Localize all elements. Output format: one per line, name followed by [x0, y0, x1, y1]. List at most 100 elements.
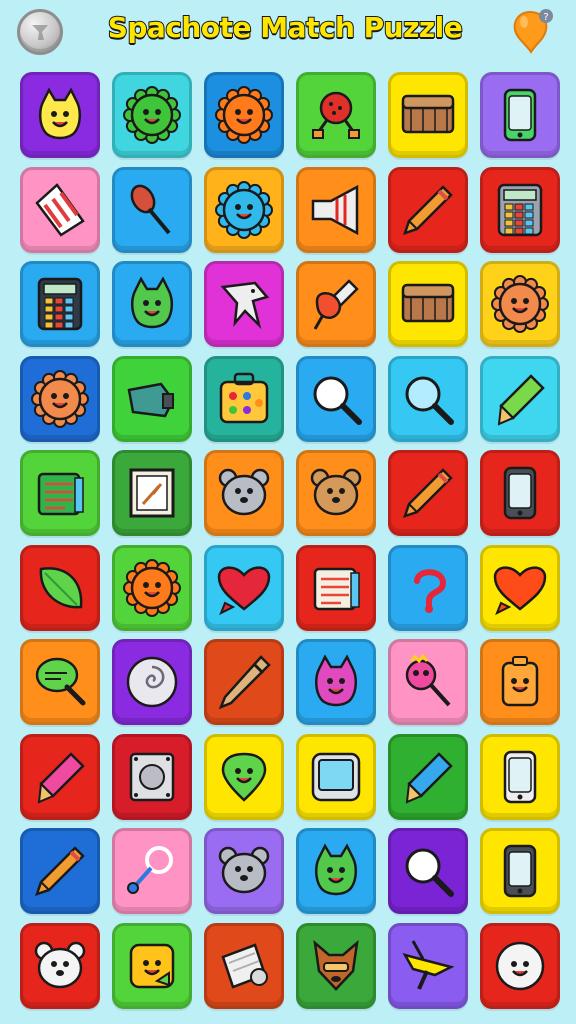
sun-face-icon [215, 180, 273, 239]
tile-ball[interactable] [296, 72, 376, 158]
tile-cat-face[interactable] [20, 72, 100, 158]
button-panel-icon [129, 752, 175, 801]
rattle-icon [127, 846, 173, 894]
tile-bear-face[interactable] [204, 828, 284, 914]
tile-sun-face[interactable] [20, 355, 100, 442]
tile-marker[interactable] [388, 733, 468, 820]
tile-sun-face[interactable] [112, 72, 192, 158]
calculator-icon [497, 183, 543, 236]
game-title: Spachote Match Puzzle [107, 10, 464, 45]
magnifier-icon [405, 376, 454, 425]
tile-card[interactable] [20, 166, 100, 253]
tile-sun-face[interactable] [204, 72, 284, 158]
tile-hook[interactable] [388, 544, 468, 631]
tile-heart[interactable] [480, 544, 560, 631]
scroll-icon [221, 942, 268, 989]
puzzle-board [20, 72, 560, 1009]
cat-face-icon [315, 654, 357, 707]
calculator-icon [37, 277, 83, 331]
tile-pencil[interactable] [20, 828, 100, 914]
tile-notes[interactable] [20, 450, 100, 536]
tile-cat-face[interactable] [296, 828, 376, 914]
magnifier-icon [405, 848, 454, 897]
tile-case[interactable] [204, 355, 284, 442]
bear-face-icon [34, 941, 86, 988]
tile-square-face[interactable] [112, 922, 192, 1009]
tile-drop-face[interactable] [204, 733, 284, 820]
tile-calculator[interactable] [480, 166, 560, 253]
tile-sun-face[interactable] [112, 544, 192, 631]
header-bar: Spachote Match Puzzle ? [0, 0, 576, 62]
bear-face-icon [310, 468, 362, 516]
orange-balloon-hint-icon[interactable]: ? [510, 8, 554, 56]
tile-calculator[interactable] [20, 261, 100, 347]
tile-maraca[interactable] [112, 166, 192, 253]
tile-bear-face[interactable] [296, 450, 376, 536]
tile-fox-face[interactable] [296, 922, 376, 1009]
magnifier-icon [313, 376, 362, 425]
tile-heart[interactable] [204, 544, 284, 631]
tile-magnifier[interactable] [388, 828, 468, 914]
phone-icon [503, 844, 537, 898]
tile-phone[interactable] [480, 72, 560, 158]
tile-horn[interactable] [296, 166, 376, 253]
tile-disc[interactable] [112, 639, 192, 725]
tile-magnifier[interactable] [296, 355, 376, 442]
tile-sun-face[interactable] [480, 261, 560, 347]
tile-pencil[interactable] [388, 166, 468, 253]
tile-sun-face[interactable] [204, 166, 284, 253]
tile-cat-face[interactable] [112, 261, 192, 347]
heart-icon [217, 565, 271, 615]
notes-icon [313, 567, 360, 610]
silver-coin-icon[interactable] [17, 9, 63, 55]
phone-icon [503, 750, 537, 803]
tile-pen[interactable] [204, 639, 284, 725]
tile-screen[interactable] [296, 733, 376, 820]
bear-face-icon [218, 846, 270, 894]
tile-chest[interactable] [388, 261, 468, 347]
tile-marker[interactable] [20, 733, 100, 820]
tile-button-panel[interactable] [112, 733, 192, 820]
tile-scroll[interactable] [204, 922, 284, 1009]
sun-face-icon [491, 275, 549, 333]
ball-face-icon [495, 941, 545, 990]
tile-frame[interactable] [112, 450, 192, 536]
svg-text:?: ? [543, 12, 548, 23]
tile-lollipop[interactable] [388, 639, 468, 725]
tile-pin[interactable] [296, 261, 376, 347]
tile-shark[interactable] [204, 261, 284, 347]
pen-icon [218, 655, 271, 710]
shark-icon [220, 281, 270, 330]
tile-phone[interactable] [480, 733, 560, 820]
drop-face-icon [221, 752, 267, 802]
tile-ball-face[interactable] [480, 922, 560, 1009]
tile-marker[interactable] [480, 355, 560, 442]
pin-icon [313, 279, 359, 330]
top-icon [402, 939, 455, 990]
tile-top[interactable] [388, 922, 468, 1009]
tile-phone[interactable] [480, 828, 560, 914]
tile-tag[interactable] [480, 639, 560, 725]
ball-icon [312, 91, 360, 139]
pencil-icon [35, 846, 85, 896]
maraca-icon [130, 184, 171, 234]
tile-paddle[interactable] [20, 639, 100, 725]
hook-icon [414, 568, 447, 613]
tile-pencil[interactable] [388, 450, 468, 536]
tile-phone[interactable] [480, 450, 560, 536]
tile-sharpener[interactable] [112, 355, 192, 442]
tile-leaf[interactable] [20, 544, 100, 631]
square-face-icon [129, 943, 175, 988]
chest-icon [401, 283, 455, 323]
tag-icon [501, 656, 539, 707]
case-icon [219, 372, 269, 423]
sun-face-icon [123, 86, 181, 144]
tile-rattle[interactable] [112, 828, 192, 914]
tile-bear-face[interactable] [20, 922, 100, 1009]
tile-magnifier[interactable] [388, 355, 468, 442]
tile-bear-face[interactable] [204, 450, 284, 536]
tile-cat-face[interactable] [296, 639, 376, 725]
leaf-icon [39, 566, 83, 608]
tile-notes[interactable] [296, 544, 376, 631]
tile-chest[interactable] [388, 72, 468, 158]
